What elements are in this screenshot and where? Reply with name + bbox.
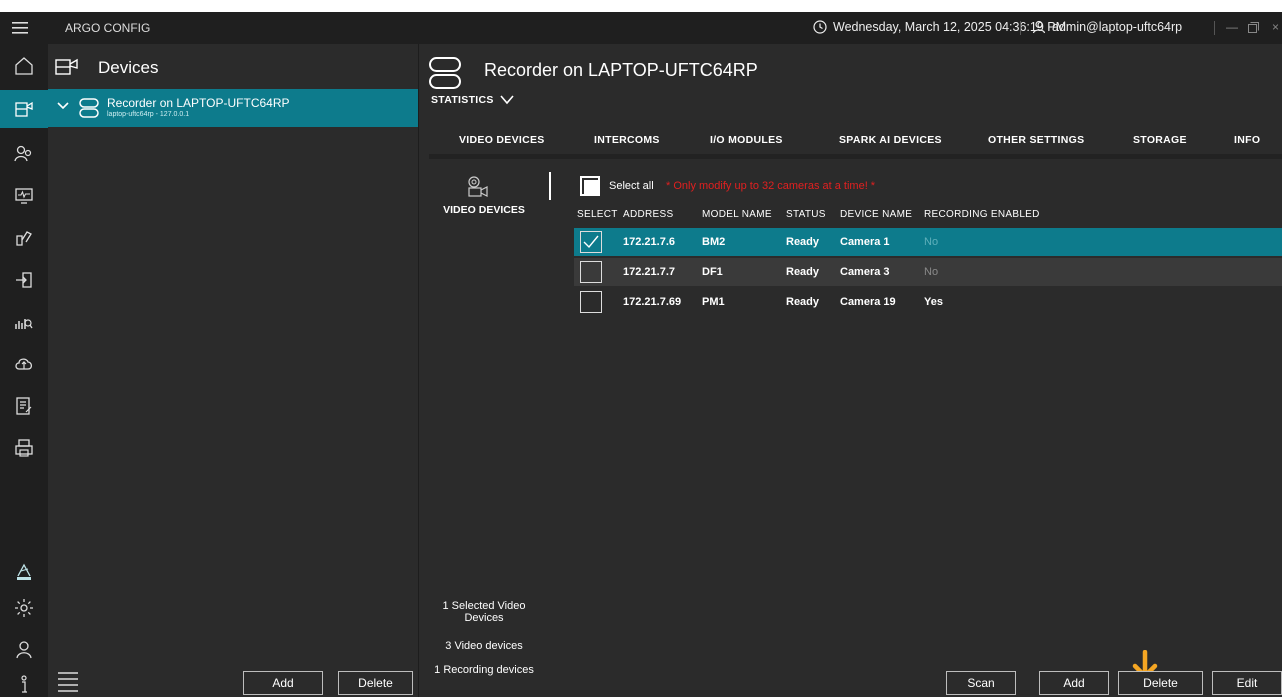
tab-info[interactable]: INFO [1234, 134, 1260, 146]
user-menu[interactable]: admin@laptop-uftc64rp [1032, 20, 1182, 34]
column-header-status: STATUS [786, 209, 826, 220]
clock: Wednesday, March 12, 2025 04:36:19 PM [813, 20, 1066, 34]
tab-storage[interactable]: STORAGE [1133, 134, 1187, 146]
devices-add-button[interactable]: Add [243, 671, 323, 695]
chevron-down-icon [500, 95, 514, 105]
column-header-model: MODEL NAME [702, 209, 772, 220]
table-row[interactable]: 172.21.7.7 DF1 Ready Camera 3 No [574, 258, 1282, 286]
cell-model: PM1 [702, 296, 725, 308]
divider [1020, 21, 1021, 35]
nav-rail [0, 44, 48, 697]
table-row[interactable]: 172.21.7.69 PM1 Ready Camera 19 Yes [574, 288, 1282, 316]
monitor-icon[interactable] [12, 184, 36, 208]
minimize-icon[interactable]: — [1226, 20, 1238, 34]
devices-nav-icon[interactable] [0, 90, 48, 128]
cell-model: BM2 [702, 236, 726, 248]
scan-button[interactable]: Scan [946, 671, 1016, 695]
server-icon [79, 98, 99, 118]
tab-io-modules[interactable]: I/O MODULES [710, 134, 783, 146]
login-icon[interactable] [12, 268, 36, 292]
column-header-recording: RECORDING ENABLED [924, 209, 1040, 220]
cell-model: DF1 [702, 266, 723, 278]
select-all-label: Select all [609, 180, 654, 192]
printer-log-icon[interactable] [12, 436, 36, 460]
main-panel: Recorder on LAPTOP-UFTC64RP STATISTICS V… [419, 44, 1282, 697]
chevron-down-icon[interactable] [56, 101, 70, 111]
devices-title: Devices [98, 58, 159, 77]
devices-panel: Devices Recorder on LAPTOP-UFTC64RP lapt… [48, 44, 418, 697]
row-checkbox[interactable] [580, 291, 602, 313]
user-name: admin@laptop-uftc64rp [1052, 20, 1183, 34]
home-icon[interactable] [12, 54, 36, 78]
cell-status: Ready [786, 266, 820, 278]
cell-recording: No [924, 236, 939, 248]
total-count: 3 Video devices [445, 640, 523, 652]
tab-intercoms[interactable]: INTERCOMS [594, 134, 660, 146]
tree-item-subtitle: laptop-uftc64rp - 127.0.0.1 [107, 111, 190, 118]
cell-recording: No [924, 266, 939, 278]
recorder-title: Recorder on LAPTOP-UFTC64RP [484, 60, 758, 80]
statistics-toggle[interactable]: STATISTICS [431, 94, 514, 106]
cell-status: Ready [786, 236, 820, 248]
restore-icon[interactable] [1248, 22, 1259, 33]
cell-device-name: Camera 3 [840, 266, 890, 278]
checkmark-icon [583, 235, 599, 249]
vertical-divider [549, 172, 551, 200]
list-view-icon[interactable] [56, 669, 80, 693]
info-icon[interactable] [12, 672, 36, 696]
account-icon[interactable] [12, 638, 36, 662]
cell-recording: Yes [924, 296, 943, 308]
recording-count: 1 Recording devices [434, 664, 534, 676]
tab-bar: VIDEO DEVICES INTERCOMS I/O MODULES SPAR… [419, 116, 1282, 157]
selected-count: 1 Selected Video Devices [442, 600, 526, 624]
select-all-check-fill [584, 180, 598, 194]
column-header-device-name: DEVICE NAME [840, 209, 913, 220]
edit-button[interactable]: Edit [1212, 671, 1282, 695]
devices-header: Devices [48, 44, 418, 89]
devices-delete-button[interactable]: Delete [338, 671, 413, 695]
tree-item-recorder[interactable]: Recorder on LAPTOP-UFTC64RP laptop-uftc6… [48, 89, 418, 127]
cell-device-name: Camera 19 [840, 296, 896, 308]
cell-status: Ready [786, 296, 820, 308]
tab-spark-ai-devices[interactable]: SPARK AI DEVICES [839, 134, 942, 146]
title-bar: ARGO CONFIG Wednesday, March 12, 2025 04… [0, 12, 1282, 44]
document-edit-icon[interactable] [12, 394, 36, 418]
recorder-server-icon [429, 57, 461, 89]
table-row[interactable]: 172.21.7.6 BM2 Ready Camera 1 No [574, 228, 1282, 256]
divider [1214, 21, 1215, 35]
statistics-label: STATISTICS [431, 94, 494, 106]
clock-icon [813, 20, 827, 34]
section-separator [429, 154, 1282, 159]
cell-device-name: Camera 1 [840, 236, 890, 248]
tools-icon[interactable] [12, 226, 36, 250]
argo-logo-icon [12, 560, 36, 584]
users-icon[interactable] [12, 142, 36, 166]
cell-address: 172.21.7.69 [623, 296, 682, 308]
delete-button[interactable]: Delete [1118, 671, 1203, 695]
column-header-address: ADDRESS [623, 209, 674, 220]
app-window: ARGO CONFIG Wednesday, March 12, 2025 04… [0, 12, 1282, 697]
tab-other-settings[interactable]: OTHER SETTINGS [988, 134, 1084, 146]
section-label: VIDEO DEVICES [443, 204, 525, 216]
cloud-sync-icon[interactable] [12, 352, 36, 376]
user-icon [1032, 20, 1046, 34]
hamburger-menu-icon[interactable] [10, 18, 30, 38]
analytics-icon[interactable] [12, 310, 36, 334]
cell-address: 172.21.7.6 [623, 236, 675, 248]
tab-video-devices[interactable]: VIDEO DEVICES [459, 134, 545, 146]
devices-icon [55, 58, 78, 75]
row-checkbox[interactable] [580, 231, 602, 253]
close-icon[interactable]: × [1272, 20, 1279, 34]
video-camera-icon [468, 176, 488, 197]
cell-address: 172.21.7.7 [623, 266, 675, 278]
row-checkbox[interactable] [580, 261, 602, 283]
camera-limit-warning: * Only modify up to 32 cameras at a time… [666, 180, 876, 192]
tree-item-name: Recorder on LAPTOP-UFTC64RP [107, 96, 290, 110]
add-button[interactable]: Add [1039, 671, 1109, 695]
select-all-checkbox[interactable] [580, 176, 600, 196]
settings-gear-icon[interactable] [12, 596, 36, 620]
column-header-select: SELECT [577, 209, 618, 220]
app-title: ARGO CONFIG [65, 21, 151, 35]
